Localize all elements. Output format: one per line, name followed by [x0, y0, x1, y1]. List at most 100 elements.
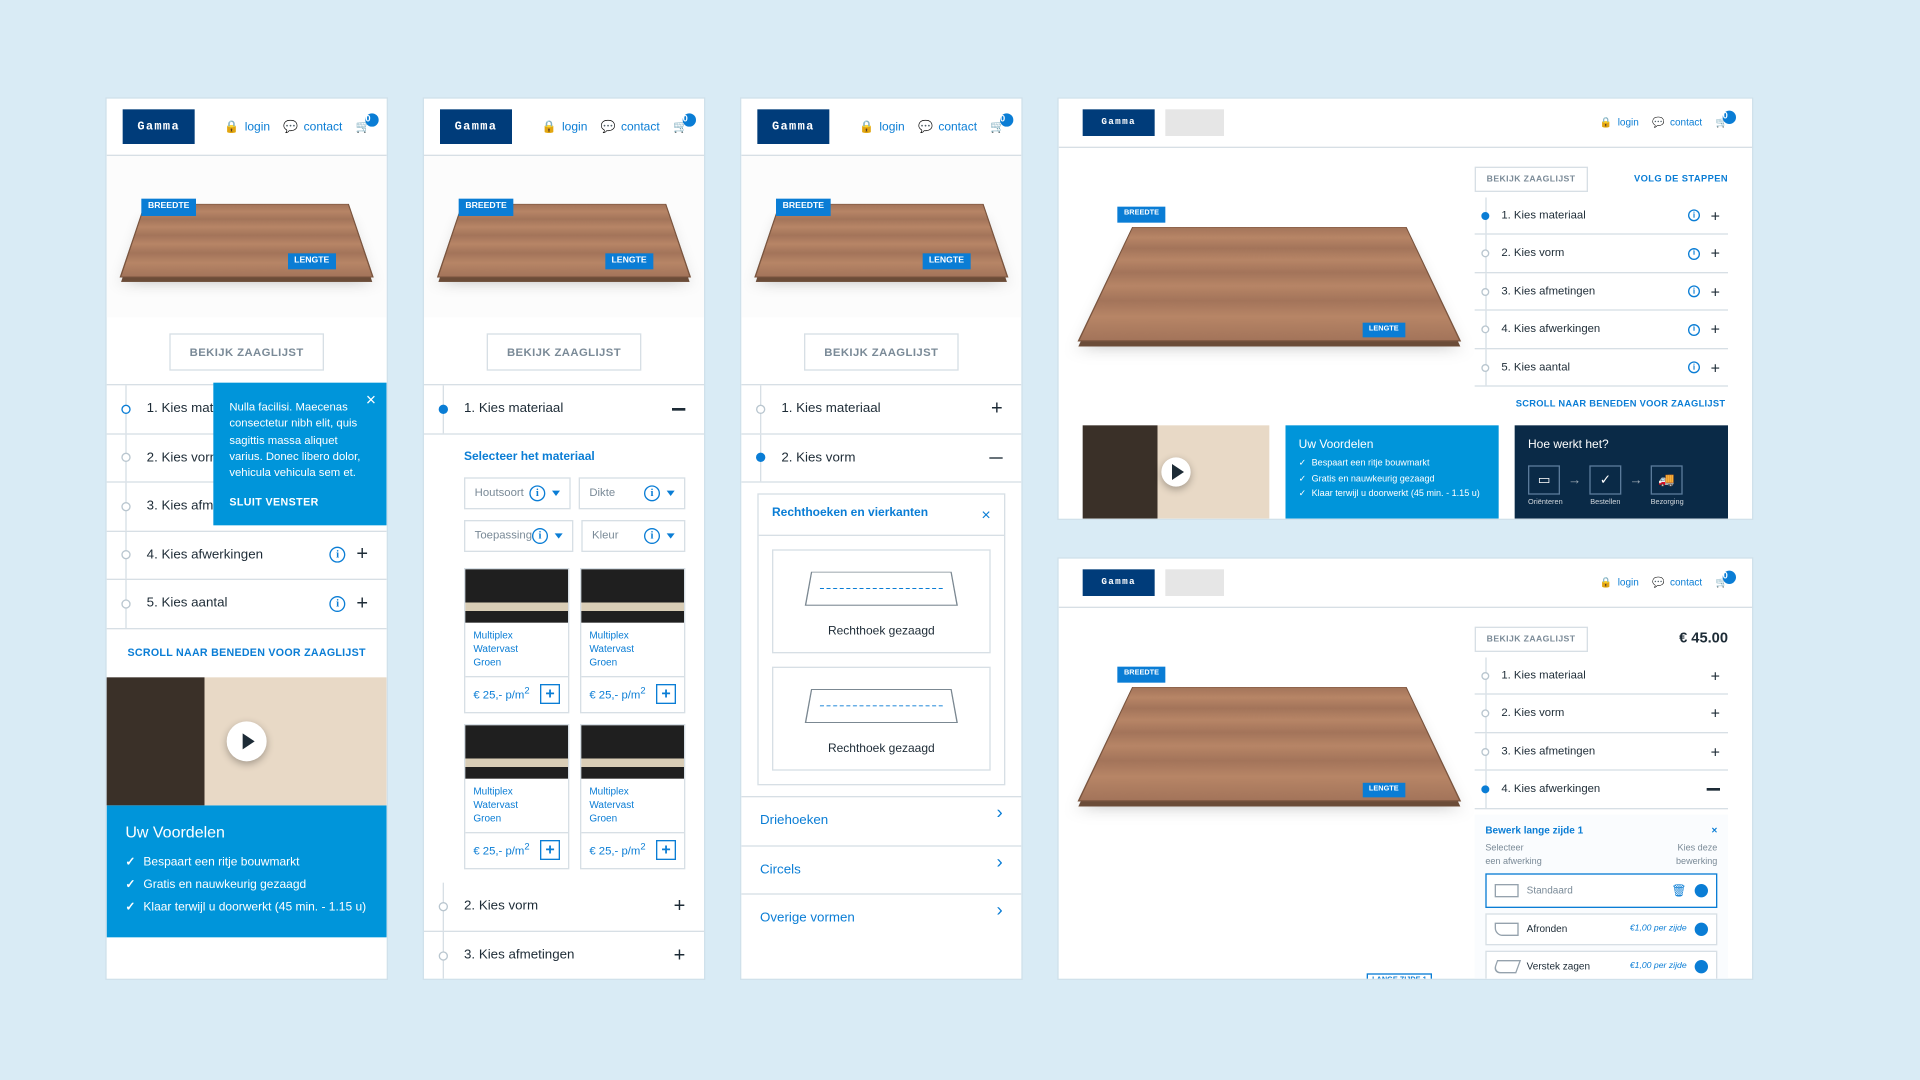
cart-button[interactable]: 🛒0: [1716, 576, 1728, 590]
scroll-note: SCROLL NAAR BENEDEN VOOR ZAAGLIJST: [1475, 387, 1728, 410]
afwerking-option[interactable]: Standaard🗑: [1485, 873, 1717, 908]
step-3[interactable]: 3. Kies afmetingeni+: [1475, 273, 1728, 311]
zaaglijst-button[interactable]: BEKIJK ZAAGLIJST: [170, 333, 324, 370]
zaaglijst-button[interactable]: BEKIJK ZAAGLIJST: [1475, 167, 1588, 192]
login-link[interactable]: 🔒login: [224, 119, 270, 135]
cart-button[interactable]: 🛒0: [990, 119, 1005, 135]
contact-link[interactable]: 💬contact: [1652, 576, 1702, 590]
promo-video[interactable]: [107, 677, 387, 805]
info-icon[interactable]: i: [1688, 286, 1700, 298]
add-button[interactable]: +: [540, 841, 560, 861]
mobile-screen-2: Gamma 🔒login 💬contact 🛒0 BREEDTE LENGTE …: [424, 99, 704, 979]
cat-overige[interactable]: Overige vormen›: [741, 894, 1021, 943]
collapse-icon: [672, 408, 685, 410]
promo-video[interactable]: [1083, 426, 1270, 519]
cart-button[interactable]: 🛒0: [673, 119, 688, 135]
cart-button[interactable]: 🛒0: [1716, 116, 1728, 130]
width-tag: BREEDTE: [1117, 667, 1165, 682]
add-button[interactable]: +: [656, 684, 676, 704]
step-2[interactable]: 2. Kies vorm+: [424, 883, 704, 932]
login-link[interactable]: 🔒login: [859, 119, 905, 135]
zaaglijst-button[interactable]: BEKIJK ZAAGLIJST: [487, 333, 641, 370]
cat-circels[interactable]: Circels›: [741, 845, 1021, 894]
afwerking-option[interactable]: Afronden€1,00 per zijde: [1485, 913, 1717, 945]
step-3[interactable]: 3. Kies afmetingen+: [1475, 733, 1728, 771]
trash-icon[interactable]: 🗑: [1671, 882, 1686, 898]
filter-houtsoort[interactable]: Houtsoorti: [464, 477, 571, 509]
zaaglijst-button[interactable]: BEKIJK ZAAGLIJST: [804, 333, 958, 370]
step-1[interactable]: 1. Kies materiaali+: [1475, 197, 1728, 235]
radio-icon: [1695, 960, 1708, 973]
contact-link[interactable]: 💬contact: [283, 119, 342, 135]
step-2[interactable]: 2. Kies vorm+: [1475, 695, 1728, 733]
contact-link[interactable]: 💬contact: [601, 119, 660, 135]
section-subtitle: Selecteer het materiaal: [424, 434, 704, 472]
add-button[interactable]: +: [540, 684, 560, 704]
tooltip-close-link[interactable]: SLUIT VENSTER: [229, 494, 370, 509]
info-icon[interactable]: i: [1688, 324, 1700, 336]
step-4[interactable]: 4. Kies afwerkingeni+: [1475, 311, 1728, 349]
login-link[interactable]: 🔒login: [542, 119, 588, 135]
chevron-down-icon: [552, 490, 560, 495]
length-tag: LENGTE: [605, 253, 654, 270]
zaaglijst-button[interactable]: BEKIJK ZAAGLIJST: [1475, 627, 1588, 652]
lock-icon: 🔒: [1600, 116, 1612, 130]
benefits-tile: Uw Voordelen Bespaart een ritje bouwmark…: [1285, 426, 1498, 519]
step-2-open[interactable]: 2. Kies vorm: [741, 434, 1021, 483]
info-icon[interactable]: i: [529, 485, 545, 501]
login-link[interactable]: 🔒login: [1600, 576, 1639, 590]
step-1[interactable]: 1. Kies materiaal+: [741, 385, 1021, 434]
info-icon[interactable]: i: [1688, 248, 1700, 260]
material-card[interactable]: MultiplexWatervastGroen € 25,- p/m2+: [464, 568, 569, 714]
contact-link[interactable]: 💬contact: [918, 119, 977, 135]
add-button[interactable]: +: [656, 841, 676, 861]
length-tag: LENGTE: [1362, 322, 1405, 337]
step-5[interactable]: 5. Kies aantali+: [1475, 349, 1728, 387]
mobile-screen-1: Gamma 🔒login 💬contact 🛒0 BREEDTE LENGTE …: [107, 99, 387, 979]
material-card[interactable]: MultiplexWatervastGroen € 25,- p/m2+: [580, 724, 685, 870]
step-5[interactable]: 5. Kies aantali+: [107, 580, 387, 629]
chat-icon: 💬: [1652, 576, 1664, 590]
info-tooltip: × Nulla facilisi. Maecenas consectetur n…: [213, 383, 386, 526]
info-icon[interactable]: i: [1688, 210, 1700, 222]
width-tag: BREEDTE: [1117, 207, 1165, 222]
cat-driehoeken[interactable]: Driehoeken›: [741, 796, 1021, 845]
filter-dikte[interactable]: Diktei: [579, 477, 686, 509]
mobile-screen-3: Gamma 🔒login 💬contact 🛒0 BREEDTE LENGTE …: [741, 99, 1021, 979]
cart-badge: 0: [365, 113, 378, 126]
material-card[interactable]: MultiplexWatervastGroen € 25,- p/m2+: [464, 724, 569, 870]
info-icon[interactable]: i: [330, 596, 346, 612]
edge-label: LANGE ZIJDE 1: [1367, 973, 1432, 979]
brand-logo[interactable]: Gamma: [757, 109, 829, 144]
info-icon[interactable]: i: [330, 547, 346, 563]
step-1[interactable]: 1. Kies materiaal+: [1475, 657, 1728, 695]
step-2[interactable]: 2. Kies vormi+: [1475, 235, 1728, 273]
contact-link[interactable]: 💬contact: [1652, 116, 1702, 130]
brand-logo[interactable]: Gamma: [1083, 109, 1155, 136]
shape-option[interactable]: Rechthoek gezaagd: [772, 667, 991, 771]
info-icon[interactable]: i: [1688, 361, 1700, 373]
close-icon[interactable]: ×: [1711, 825, 1717, 835]
step-3[interactable]: 3. Kies afmetingen+: [424, 932, 704, 979]
brand-logo[interactable]: Gamma: [123, 109, 195, 144]
sub-logo: [1165, 109, 1224, 136]
play-icon: [227, 721, 267, 761]
brand-logo[interactable]: Gamma: [440, 109, 512, 144]
close-icon[interactable]: ×: [366, 391, 376, 408]
info-icon[interactable]: i: [532, 528, 548, 544]
close-icon[interactable]: ×: [981, 507, 990, 523]
step-4[interactable]: 4. Kies afwerkingeni+: [107, 531, 387, 580]
afwerking-option[interactable]: Verstek zagen€1,00 per zijde: [1485, 951, 1717, 979]
brand-logo[interactable]: Gamma: [1083, 569, 1155, 596]
info-icon[interactable]: i: [644, 485, 660, 501]
chevron-down-icon: [667, 533, 675, 538]
filter-kleur[interactable]: Kleuri: [581, 520, 685, 552]
cart-button[interactable]: 🛒0: [356, 119, 371, 135]
step-4-open[interactable]: 4. Kies afwerkingen: [1475, 771, 1728, 809]
filter-toepassing[interactable]: Toepassingi: [464, 520, 573, 552]
info-icon[interactable]: i: [644, 528, 660, 544]
step-1-open[interactable]: 1. Kies materiaal: [424, 385, 704, 434]
shape-option[interactable]: Rechthoek gezaagd: [772, 549, 991, 653]
material-card[interactable]: MultiplexWatervastGroen € 25,- p/m2+: [580, 568, 685, 714]
login-link[interactable]: 🔒login: [1600, 116, 1639, 130]
